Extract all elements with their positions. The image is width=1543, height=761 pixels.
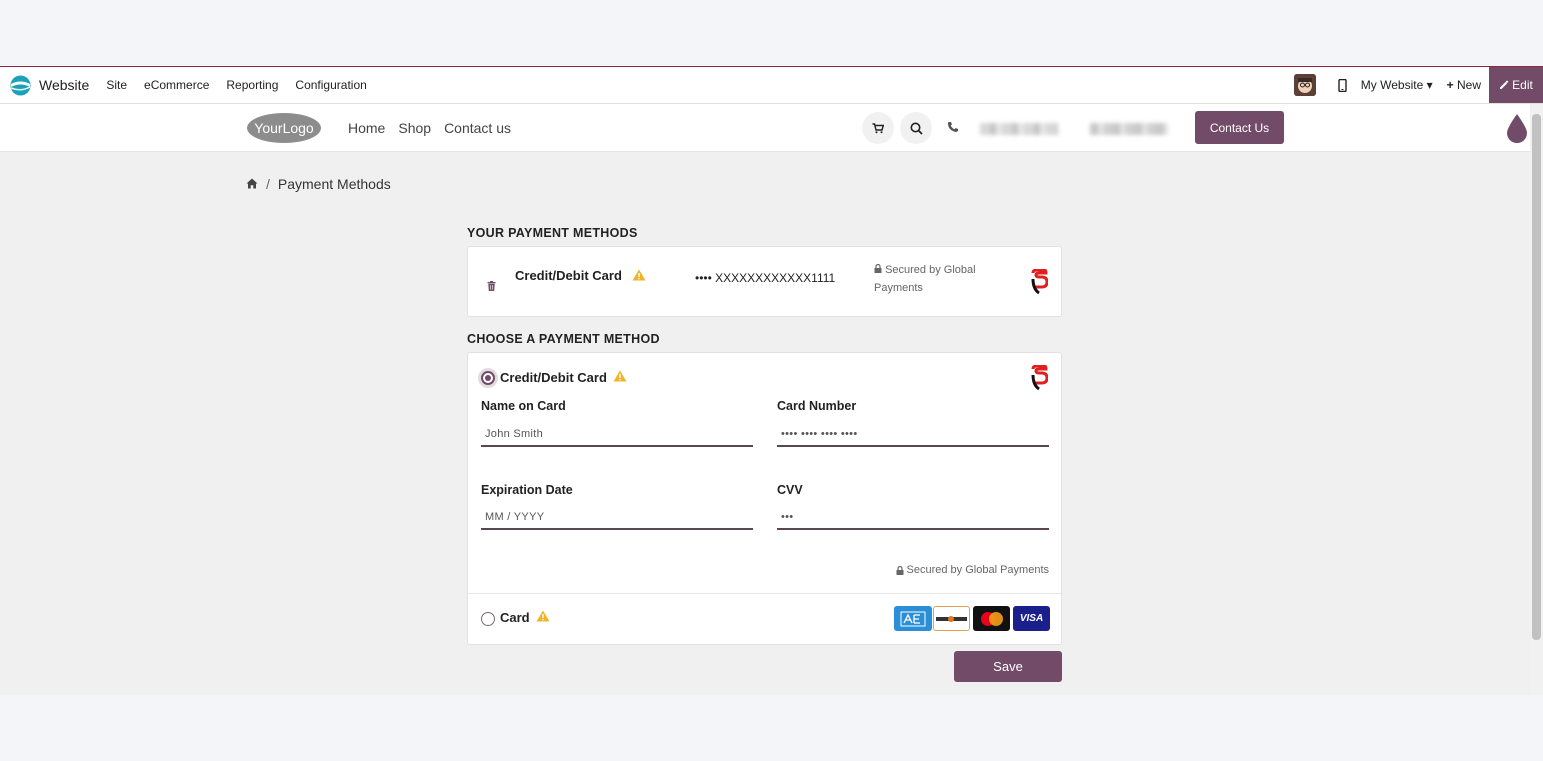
top-menu: Site eCommerce Reporting Configuration	[106, 78, 366, 92]
trash-icon[interactable]	[487, 278, 496, 296]
my-website-dropdown[interactable]: My Website ▾	[1361, 78, 1433, 92]
redacted-email	[1090, 123, 1168, 135]
divider	[468, 593, 1061, 594]
lock-icon	[874, 263, 882, 273]
new-label: New	[1456, 78, 1481, 92]
odoo-topbar: Website Site eCommerce Reporting Configu…	[0, 66, 1543, 104]
name-on-card-label: Name on Card	[481, 399, 566, 413]
radio-credit-debit-card[interactable]	[481, 371, 495, 385]
main-content: / Payment Methods YOUR PAYMENT METHODS C…	[0, 152, 1530, 695]
website-header: YourLogo Home Shop Contact us Contact Us	[0, 104, 1530, 152]
search-button[interactable]	[900, 112, 932, 144]
warning-icon	[632, 269, 646, 284]
visa-icon: VISA	[1013, 606, 1050, 631]
cart-button[interactable]	[862, 112, 894, 144]
nav-contact[interactable]: Contact us	[444, 120, 511, 136]
secured-note-text: Secured by Global Payments	[906, 564, 1049, 576]
redacted-phone	[980, 123, 1058, 135]
expiration-date-label: Expiration Date	[481, 483, 573, 497]
breadcrumb-separator: /	[266, 176, 270, 192]
menu-ecommerce[interactable]: eCommerce	[144, 78, 209, 92]
home-icon[interactable]	[246, 176, 258, 192]
secured-note: Secured by Global Payments	[896, 564, 1049, 576]
payment-method-chooser: Credit/Debit Card Name on Card Card Numb…	[467, 352, 1062, 645]
menu-configuration[interactable]: Configuration	[295, 78, 366, 92]
radio-card[interactable]	[481, 612, 495, 626]
saved-secured-note: Secured by Global Payments	[874, 261, 1014, 297]
nav-home[interactable]: Home	[348, 120, 385, 136]
choose-payment-method-title: CHOOSE A PAYMENT METHOD	[467, 332, 660, 346]
global-payments-logo	[1030, 268, 1049, 300]
topbar-right: My Website ▾ + New Edit	[1293, 67, 1543, 103]
expiration-date-input[interactable]	[481, 506, 753, 530]
site-logo[interactable]: YourLogo	[246, 112, 322, 149]
option-card[interactable]: Card	[500, 610, 550, 625]
breadcrumb-current: Payment Methods	[277, 176, 391, 192]
discover-icon	[933, 606, 970, 631]
site-logo-text: YourLogo	[254, 120, 314, 136]
my-website-label: My Website	[1360, 78, 1424, 92]
theme-drop-icon[interactable]	[1505, 112, 1529, 149]
user-avatar[interactable]	[1293, 74, 1316, 96]
mastercard-icon	[973, 606, 1010, 631]
amex-icon	[894, 606, 932, 631]
cvv-label: CVV	[777, 483, 803, 497]
saved-secured-text: Secured by Global Payments	[874, 264, 976, 294]
edit-button[interactable]: Edit	[1489, 67, 1543, 103]
pencil-icon	[1500, 80, 1509, 89]
saved-method-label: Credit/Debit Card	[515, 268, 622, 283]
saved-payment-method: Credit/Debit Card •••• XXXXXXXXXXXX1111 …	[467, 246, 1062, 317]
website-app-icon[interactable]	[10, 75, 31, 96]
scrollbar-thumb[interactable]	[1532, 114, 1541, 640]
saved-method-name: Credit/Debit Card	[515, 268, 646, 284]
site-nav: Home Shop Contact us	[348, 120, 511, 136]
option-credit-debit-card[interactable]: Credit/Debit Card	[500, 370, 627, 385]
warning-icon	[613, 370, 627, 385]
card-number-input[interactable]	[777, 423, 1049, 447]
nav-shop[interactable]: Shop	[398, 120, 431, 136]
edit-label: Edit	[1512, 78, 1533, 92]
global-payments-logo	[1030, 364, 1049, 396]
mobile-preview-icon[interactable]	[1338, 78, 1347, 92]
new-button[interactable]: + New	[1447, 78, 1481, 92]
saved-card-number: •••• XXXXXXXXXXXX1111	[695, 271, 836, 285]
menu-site[interactable]: Site	[106, 78, 127, 92]
phone-icon	[947, 120, 959, 138]
caret-down-icon: ▾	[1426, 78, 1433, 92]
your-payment-methods-title: YOUR PAYMENT METHODS	[467, 226, 638, 240]
option-credit-debit-label: Credit/Debit Card	[500, 370, 607, 385]
save-button[interactable]: Save	[954, 651, 1062, 682]
plus-icon: +	[1446, 78, 1454, 92]
card-number-label: Card Number	[777, 399, 857, 413]
cvv-input[interactable]	[777, 506, 1049, 530]
search-icon	[910, 122, 923, 135]
contact-us-button[interactable]: Contact Us	[1195, 111, 1284, 144]
cart-icon	[872, 122, 884, 133]
menu-reporting[interactable]: Reporting	[226, 78, 278, 92]
breadcrumb: / Payment Methods	[246, 176, 391, 192]
name-on-card-input[interactable]	[481, 423, 753, 447]
app-name[interactable]: Website	[39, 77, 89, 93]
lock-icon	[896, 565, 904, 575]
option-card-label: Card	[500, 610, 530, 625]
warning-icon	[536, 610, 550, 625]
